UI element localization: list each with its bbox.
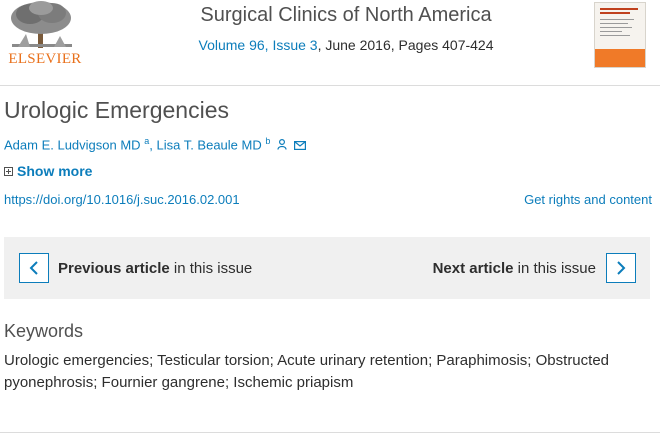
chevron-right-icon: [617, 261, 626, 275]
envelope-icon[interactable]: [293, 138, 306, 153]
article-title: Urologic Emergencies: [4, 97, 229, 123]
author-link[interactable]: Lisa T. Beaule MD: [156, 137, 261, 152]
next-article-button[interactable]: [606, 253, 636, 283]
volume-issue-link[interactable]: Volume 96, Issue 3: [199, 37, 318, 53]
journal-header: ELSEVIER Surgical Clinics of North Ameri…: [0, 0, 660, 84]
header-divider: [0, 85, 660, 86]
section-divider: [0, 432, 660, 433]
next-article-link[interactable]: Next article in this issue: [433, 260, 596, 277]
elsevier-wordmark: ELSEVIER: [8, 51, 82, 67]
author-list: Adam E. Ludvigson MD a, Lisa T. Beaule M…: [4, 136, 306, 153]
affiliation-marker[interactable]: b: [265, 136, 270, 146]
keywords-heading: Keywords: [4, 321, 84, 341]
journal-cover-thumbnail[interactable]: [594, 2, 646, 68]
journal-title[interactable]: Surgical Clinics of North America: [0, 4, 660, 27]
previous-article-link[interactable]: Previous article in this issue: [58, 260, 252, 277]
person-icon[interactable]: [277, 138, 287, 153]
plus-box-icon: [4, 167, 13, 176]
date-pages: , June 2016, Pages 407-424: [317, 37, 494, 53]
doi-link[interactable]: https://doi.org/10.1016/j.suc.2016.02.00…: [4, 192, 240, 207]
journal-meta: Volume 96, Issue 3, June 2016, Pages 407…: [0, 37, 660, 53]
author-separator: ,: [149, 137, 153, 153]
author-link[interactable]: Adam E. Ludvigson MD: [4, 137, 141, 152]
show-more-toggle[interactable]: Show more: [4, 163, 92, 179]
keywords-list: Urologic emergencies; Testicular torsion…: [4, 352, 610, 391]
article-navigation: Previous article in this issue Next arti…: [4, 237, 650, 299]
show-more-label: Show more: [17, 163, 93, 179]
rights-link[interactable]: Get rights and content: [524, 192, 652, 207]
previous-article-button[interactable]: [19, 253, 49, 283]
chevron-left-icon: [29, 261, 38, 275]
